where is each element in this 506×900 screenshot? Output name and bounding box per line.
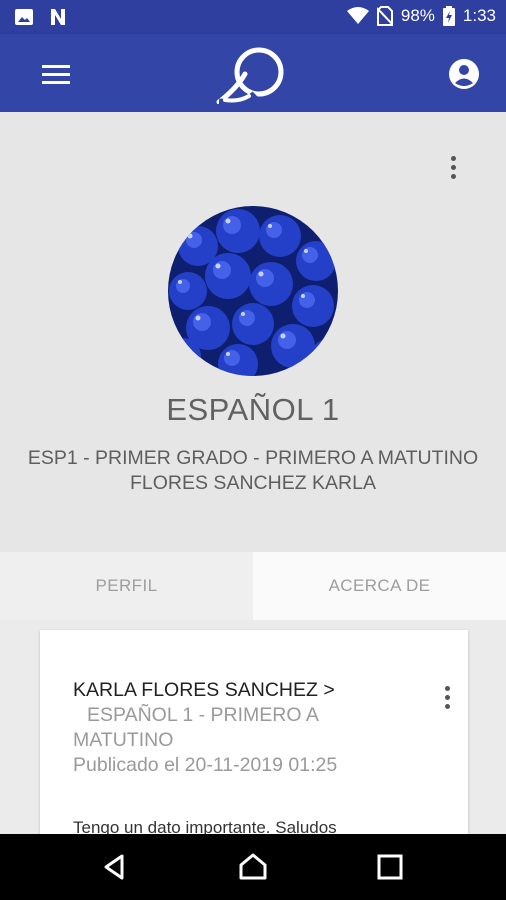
post-card[interactable]: KARLA FLORES SANCHEZ > ESPAÑOL 1 - PRIME… [40, 630, 468, 834]
course-avatar [168, 206, 338, 376]
course-options-icon[interactable] [451, 156, 457, 183]
status-bar: 98% 1:33 [0, 0, 506, 34]
tab-bar: PERFIL ACERCA DE [0, 552, 506, 620]
battery-percent: 98% [400, 6, 435, 25]
battery-charging-icon [442, 6, 455, 26]
image-icon [15, 9, 33, 25]
post-author[interactable]: KARLA FLORES SANCHEZ > [73, 678, 413, 703]
home-icon[interactable] [238, 852, 268, 882]
system-nav-bar [0, 834, 506, 900]
recents-icon[interactable] [375, 852, 405, 882]
app-bar [0, 34, 506, 112]
course-group: ESP1 - PRIMER GRADO - PRIMERO A MATUTINO [27, 447, 479, 469]
tab-acerca-de[interactable]: ACERCA DE [253, 552, 506, 620]
post-header: KARLA FLORES SANCHEZ > ESPAÑOL 1 - PRIME… [73, 678, 413, 778]
n-app-icon [51, 9, 65, 25]
post-body: Tengo un dato importante. Saludos [73, 818, 337, 834]
post-date: Publicado el 20-11-2019 01:25 [73, 754, 338, 776]
post-options-icon[interactable] [445, 686, 451, 713]
clock: 1:33 [462, 6, 496, 25]
account-icon[interactable] [448, 58, 480, 90]
wifi-icon [346, 7, 369, 24]
course-title: ESPAÑOL 1 [166, 392, 340, 427]
app-logo[interactable] [215, 44, 293, 104]
tab-perfil[interactable]: PERFIL [0, 552, 253, 620]
course-subtitle: ESP1 - PRIMER GRADO - PRIMERO A MATUTINO… [0, 446, 506, 496]
feed: KARLA FLORES SANCHEZ > ESPAÑOL 1 - PRIME… [0, 620, 506, 834]
course-teacher: FLORES SANCHEZ KARLA [130, 472, 376, 494]
post-course: ESPAÑOL 1 - PRIMERO A MATUTINO [73, 704, 318, 751]
no-sim-icon [376, 6, 393, 26]
back-icon[interactable] [100, 852, 130, 882]
menu-icon[interactable] [42, 65, 70, 85]
course-header: ESPAÑOL 1 ESP1 - PRIMER GRADO - PRIMERO … [0, 112, 506, 552]
